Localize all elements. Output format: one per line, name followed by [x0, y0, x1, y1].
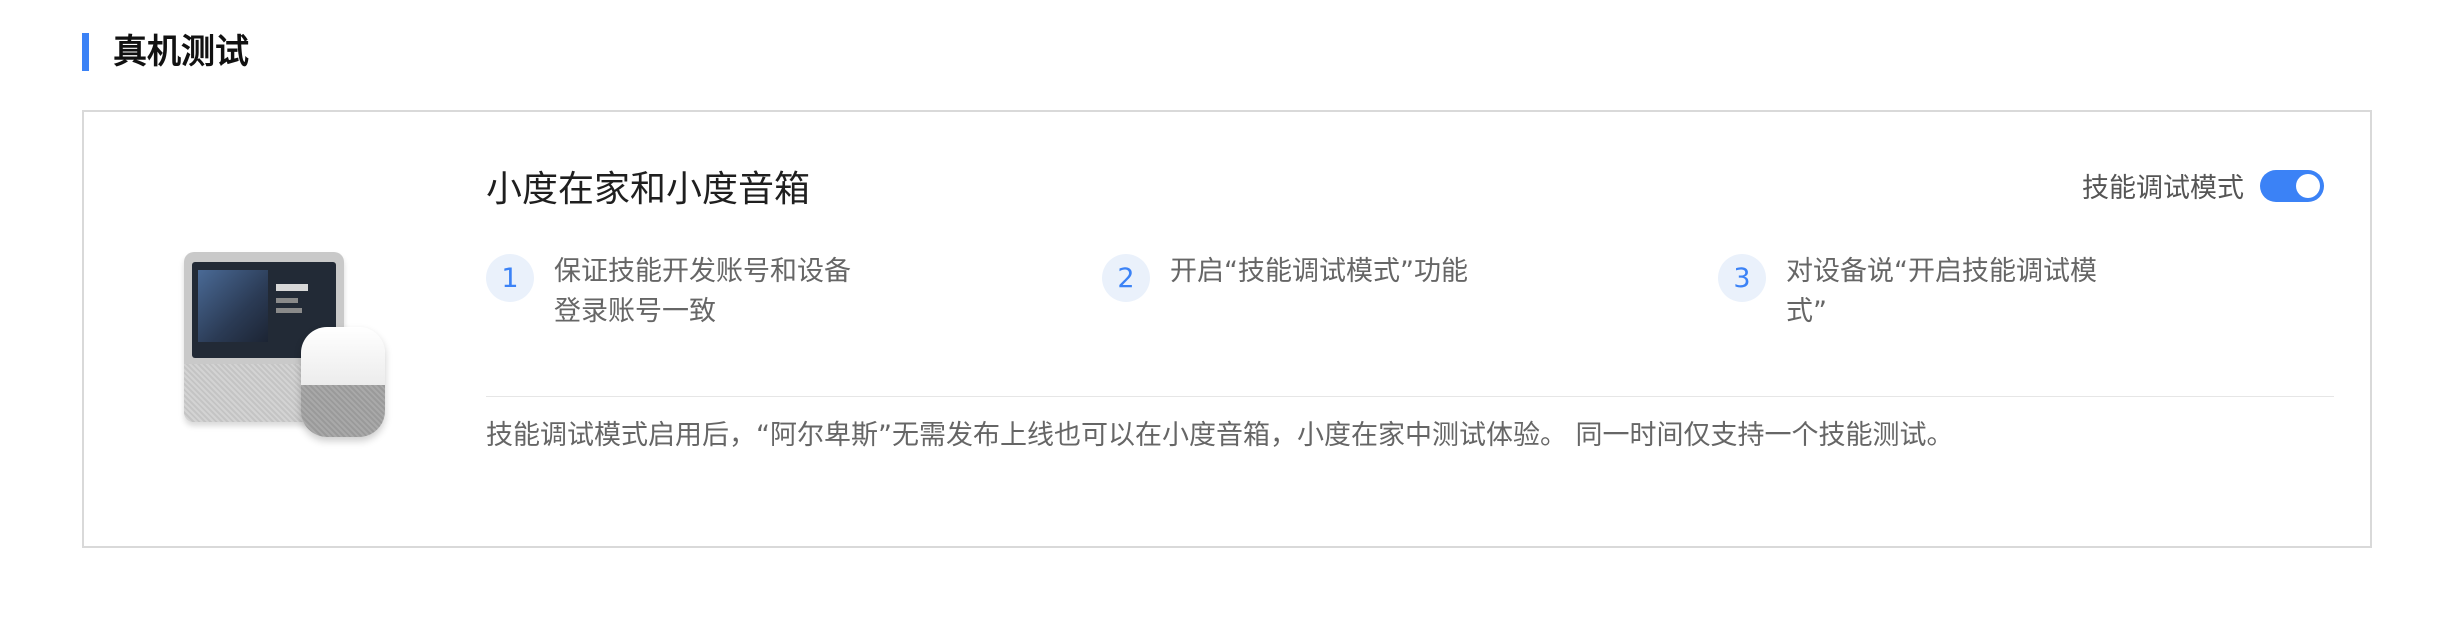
- toggle-knob: [2296, 173, 2320, 198]
- step-text: 保证技能开发账号和设备 登录账号一致: [554, 256, 851, 327]
- card-title: 小度在家和小度音箱: [486, 169, 811, 210]
- real-device-test-card: 小度在家和小度音箱 技能调试模式 1 保证技能开发账号和设备 登录账号一致 2 …: [82, 110, 2372, 548]
- section-title: 真机测试: [113, 32, 249, 72]
- step-2: 2 开启“技能调试模式”功能: [1102, 254, 1468, 302]
- section-header: 真机测试: [82, 32, 249, 72]
- device-image: [184, 252, 394, 442]
- step-1: 1 保证技能开发账号和设备 登录账号一致: [486, 254, 851, 332]
- step-number: 3: [1718, 254, 1766, 302]
- step-3: 3 对设备说“开启技能调试模 式”: [1718, 254, 2097, 332]
- debug-mode-toggle[interactable]: [2260, 169, 2324, 202]
- step-number: 1: [486, 254, 534, 302]
- accent-bar: [82, 33, 89, 71]
- step-number: 2: [1102, 254, 1150, 302]
- debug-mode-note: 技能调试模式启用后，“阿尔卑斯”无需发布上线也可以在小度音箱，小度在家中测试体验…: [486, 420, 1954, 451]
- divider: [486, 396, 2334, 397]
- debug-mode-label: 技能调试模式: [2082, 173, 2244, 204]
- step-text: 对设备说“开启技能调试模 式”: [1786, 256, 2097, 327]
- step-text: 开启“技能调试模式”功能: [1170, 256, 1468, 287]
- smart-speaker-illustration: [301, 327, 385, 437]
- debug-mode-toggle-group: 技能调试模式: [2082, 166, 2324, 205]
